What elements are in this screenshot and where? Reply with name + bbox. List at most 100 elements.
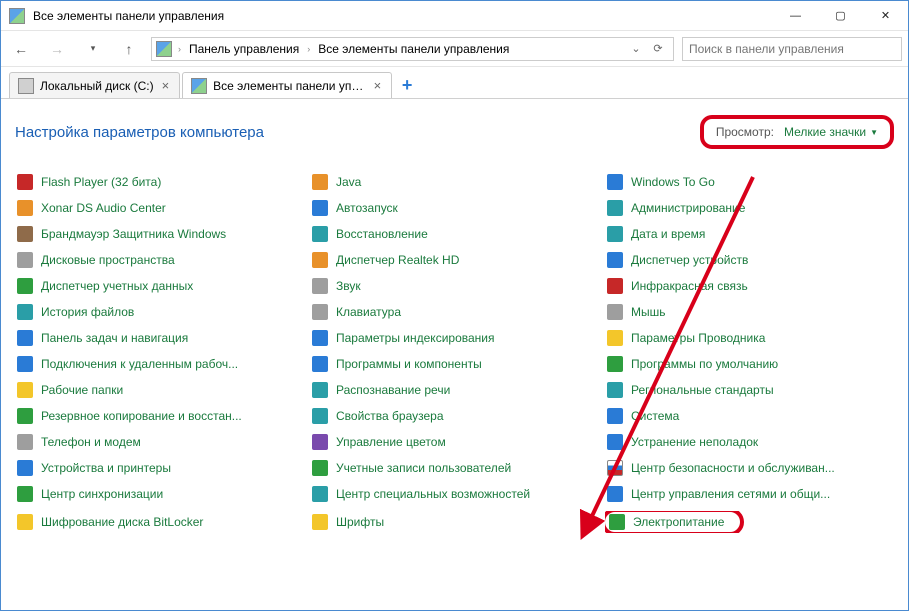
realtek-icon [312,252,328,268]
cp-item-label: Региональные стандарты [631,383,774,397]
cp-item-speech[interactable]: Распознавание речи [310,381,599,399]
cp-item-network[interactable]: Центр управления сетями и общи... [605,485,894,503]
firewall-icon [17,226,33,242]
cp-item-label: Windows To Go [631,175,715,189]
back-button[interactable]: ← [7,35,35,63]
chevron-right-icon: › [305,44,312,54]
credential-icon [17,278,33,294]
autoplay-icon [312,200,328,216]
xonar-icon [17,200,33,216]
cp-item-taskbar[interactable]: Панель задач и навигация [15,329,304,347]
cp-item-label: Учетные записи пользователей [336,461,511,475]
cp-item-bitlocker[interactable]: Шифрование диска BitLocker [15,511,304,533]
cp-item-folderopt[interactable]: Параметры Проводника [605,329,894,347]
close-button[interactable]: ✕ [863,1,908,30]
cp-item-admin[interactable]: Администрирование [605,199,894,217]
cp-item-keyboard[interactable]: Клавиатура [310,303,599,321]
cp-item-easeaccess[interactable]: Центр специальных возможностей [310,485,599,503]
cp-item-defaults[interactable]: Программы по умолчанию [605,355,894,373]
cp-item-label: Рабочие папки [41,383,123,397]
cp-item-system[interactable]: Система [605,407,894,425]
refresh-button[interactable]: ⟳ [647,38,669,60]
indexing-icon [312,330,328,346]
cp-item-troubleshoot[interactable]: Устранение неполадок [605,433,894,451]
network-icon [607,486,623,502]
cp-item-power[interactable]: Электропитание [605,511,894,533]
remoteapp-icon [17,356,33,372]
flash-icon [17,174,33,190]
address-dropdown-button[interactable]: ⌄ [625,38,647,60]
cp-item-autoplay[interactable]: Автозапуск [310,199,599,217]
mouse-icon [607,304,623,320]
datetime-icon [607,226,623,242]
cp-item-devices[interactable]: Устройства и принтеры [15,459,304,477]
breadcrumb-current[interactable]: Все элементы панели управления [316,42,511,56]
cp-item-sound[interactable]: Звук [310,277,599,295]
folderopt-icon [607,330,623,346]
easeaccess-icon [312,486,328,502]
minimize-button[interactable]: — [773,1,818,30]
search-input[interactable] [682,37,902,61]
security-icon [607,460,623,476]
address-bar[interactable]: › Панель управления › Все элементы панел… [151,37,674,61]
cp-item-realtek[interactable]: Диспетчер Realtek HD [310,251,599,269]
cp-item-datetime[interactable]: Дата и время [605,225,894,243]
cp-item-label: Дисковые пространства [41,253,175,267]
cp-item-synccenter[interactable]: Центр синхронизации [15,485,304,503]
cp-item-workfolders[interactable]: Рабочие папки [15,381,304,399]
cp-item-users[interactable]: Учетные записи пользователей [310,459,599,477]
maximize-button[interactable]: ▢ [818,1,863,30]
cp-item-devmgr[interactable]: Диспетчер устройств [605,251,894,269]
cp-item-firewall[interactable]: Брандмауэр Защитника Windows [15,225,304,243]
cp-item-fonts[interactable]: Шрифты [310,511,599,533]
cp-item-storagespaces[interactable]: Дисковые пространства [15,251,304,269]
storagespaces-icon [17,252,33,268]
cp-item-label: Автозапуск [336,201,398,215]
tab-close-button[interactable]: × [372,78,384,93]
cp-item-credential[interactable]: Диспетчер учетных данных [15,277,304,295]
cp-item-internet[interactable]: Свойства браузера [310,407,599,425]
new-tab-button[interactable]: + [394,72,420,98]
synccenter-icon [17,486,33,502]
cp-item-label: Шифрование диска BitLocker [41,515,203,529]
view-mode-dropdown[interactable]: Мелкие значки ▼ [784,125,878,139]
cp-item-phone[interactable]: Телефон и модем [15,433,304,451]
devices-icon [17,460,33,476]
cp-item-remoteapp[interactable]: Подключения к удаленным рабоч... [15,355,304,373]
up-button[interactable]: ↑ [115,35,143,63]
cp-item-label: Центр безопасности и обслуживан... [631,461,835,475]
cp-item-region[interactable]: Региональные стандарты [605,381,894,399]
defaults-icon [607,356,623,372]
tab-control-panel[interactable]: Все элементы панели управлен... × [182,72,392,98]
cp-item-security[interactable]: Центр безопасности и обслуживан... [605,459,894,477]
cp-item-label: Брандмауэр Защитника Windows [41,227,226,241]
cp-item-indexing[interactable]: Параметры индексирования [310,329,599,347]
control-panel-icon [156,41,172,57]
cp-item-recovery[interactable]: Восстановление [310,225,599,243]
cp-item-label: Звук [336,279,361,293]
cp-item-wintogo[interactable]: Windows To Go [605,173,894,191]
cp-item-label: Диспетчер учетных данных [41,279,193,293]
cp-item-programs[interactable]: Программы и компоненты [310,355,599,373]
region-icon [607,382,623,398]
cp-item-label: Электропитание [633,515,724,529]
power-highlight: Электропитание [605,511,744,533]
breadcrumb-root[interactable]: Панель управления [187,42,301,56]
cp-item-label: Программы и компоненты [336,357,482,371]
taskbar-icon [17,330,33,346]
tab-close-button[interactable]: × [160,78,172,93]
cp-item-mouse[interactable]: Мышь [605,303,894,321]
cp-item-filehistory[interactable]: История файлов [15,303,304,321]
history-dropdown[interactable]: ▾ [79,35,107,63]
cp-item-flash[interactable]: Flash Player (32 бита) [15,173,304,191]
forward-button[interactable]: → [43,35,71,63]
content: Настройка параметров компьютера Просмотр… [1,99,908,539]
cp-item-backup[interactable]: Резервное копирование и восстан... [15,407,304,425]
recovery-icon [312,226,328,242]
control-panel-grid: Flash Player (32 бита) Java Windows To Go X… [15,173,894,533]
cp-item-java[interactable]: Java [310,173,599,191]
cp-item-color[interactable]: Управление цветом [310,433,599,451]
cp-item-infrared[interactable]: Инфракрасная связь [605,277,894,295]
cp-item-xonar[interactable]: Xonar DS Audio Center [15,199,304,217]
tab-local-disk[interactable]: Локальный диск (C:) × [9,72,180,98]
